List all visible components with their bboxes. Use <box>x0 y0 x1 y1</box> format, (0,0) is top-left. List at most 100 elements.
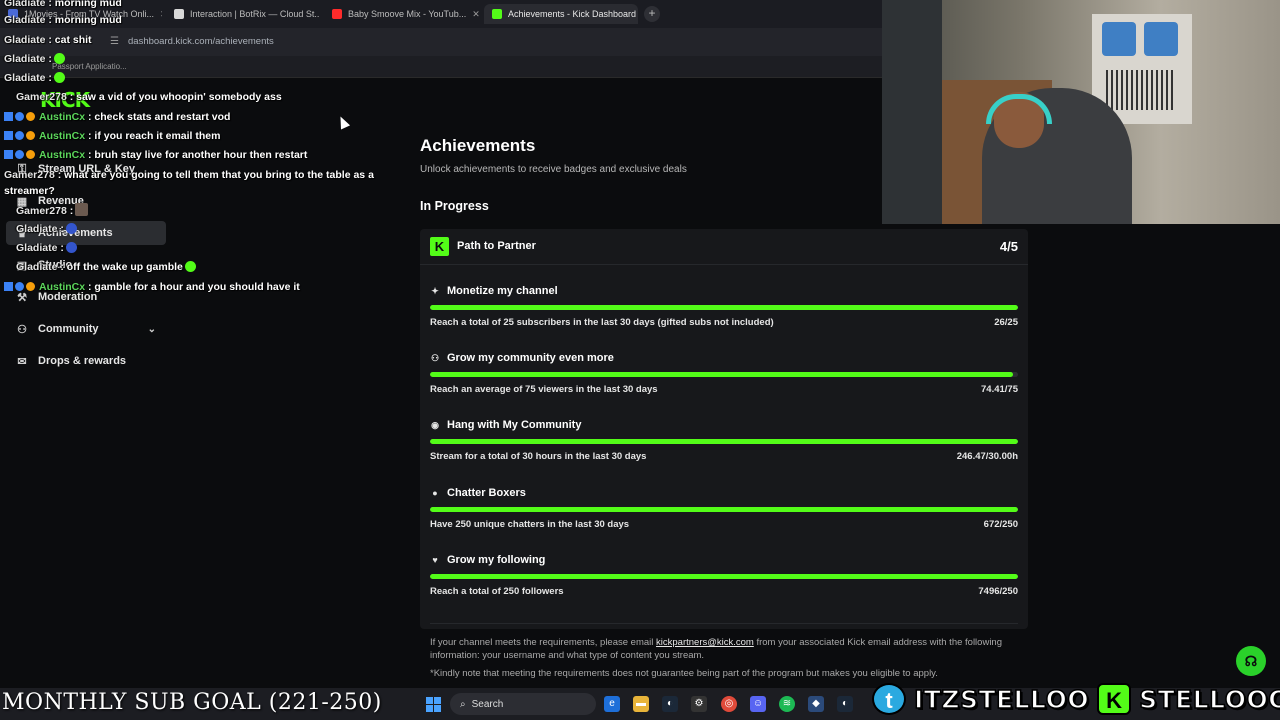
chat-text: : if you reach it email them <box>88 130 221 142</box>
chat-username: Gamer278 <box>4 169 55 181</box>
taskbar-search[interactable]: ⌕ Search <box>450 693 596 715</box>
chat-username: Gladiate <box>4 53 46 65</box>
discord-icon[interactable]: ☺ <box>750 696 766 712</box>
badge-icon <box>15 150 24 159</box>
chat-message: Gladiate : <box>4 53 65 65</box>
emote-icon <box>53 72 65 83</box>
file-explorer-icon[interactable]: ▬ <box>633 696 649 712</box>
chat-message: Gladiate : <box>4 72 65 84</box>
achievement-title: Grow my community even more <box>447 352 614 364</box>
progress-track <box>430 507 1018 512</box>
kick-handle: STELLOOO <box>1138 684 1280 715</box>
settings-icon[interactable]: ⚙ <box>691 696 707 712</box>
gift-icon: ✉ <box>17 355 27 368</box>
broadcast-icon: ◉ <box>431 419 439 430</box>
progress-track <box>430 372 1018 377</box>
achievement-item: ● Chatter Boxers Have 250 unique chatters… <box>430 487 1018 547</box>
note-text: If your channel meets the requirements, … <box>430 637 657 648</box>
badge-icon <box>15 282 24 291</box>
close-icon[interactable]: ✕ <box>472 9 480 20</box>
badge-icon <box>26 282 35 291</box>
progress-fill <box>430 372 1014 377</box>
chat-message: Gladiate : <box>16 223 77 235</box>
chat-text: : <box>60 242 64 254</box>
bookmarks-bar <box>0 56 882 78</box>
tab-favicon-icon <box>174 9 184 19</box>
chat-bubble-icon: ● <box>432 488 438 498</box>
chat-text: : bruh stay live for another hour then r… <box>88 149 308 161</box>
achievement-value: 7496/250 <box>978 586 1018 597</box>
chat-username: Gladiate <box>4 72 46 84</box>
progress-track <box>430 439 1018 444</box>
site-info-icon[interactable]: ☰ <box>110 36 119 47</box>
badge-icon <box>4 112 13 121</box>
community-icon: ⚇ <box>430 352 440 363</box>
chat-message: AustinCx : if you reach it email them <box>4 130 220 142</box>
kick-logo-icon: K <box>1097 683 1132 715</box>
browser-tab-active[interactable]: Achievements - Kick Dashboard ✕ <box>484 4 638 24</box>
browser-tab[interactable]: Baby Smoove Mix - YouTub... ✕ <box>324 4 480 24</box>
browser-tab-bar: 1Movies - From TV Watch Onli... ✕ Intera… <box>0 0 882 28</box>
badge-icon <box>26 150 35 159</box>
badge-icon <box>4 131 13 140</box>
browser-tab[interactable]: Interaction | BotRix — Cloud St... ✕ <box>166 4 320 24</box>
card-header[interactable]: K Path to Partner 4/5 <box>420 229 1028 265</box>
achievement-value: 74.41/75 <box>981 384 1018 395</box>
steam-icon[interactable]: ◐ <box>837 696 853 712</box>
support-chat-button[interactable]: ☊ <box>1236 646 1266 676</box>
sidebar-item-label: Drops & rewards <box>38 355 127 367</box>
progress-track <box>430 574 1018 579</box>
chat-message: AustinCx : bruh stay live for another ho… <box>4 149 307 161</box>
chat-message: AustinCx : check stats and restart vod <box>4 111 230 123</box>
chat-username: Gladiate <box>16 223 58 235</box>
spotify-icon[interactable]: ≋ <box>779 696 795 712</box>
emote-icon <box>65 242 77 253</box>
sub-goal-overlay: MONTHLY SUB GOAL (221-250) <box>2 690 382 715</box>
achievement-title: Grow my following <box>447 554 546 566</box>
edge-icon[interactable]: e <box>604 696 620 712</box>
achievement-item: ♥ Grow my following Reach a total of 250 … <box>430 554 1018 614</box>
url-text[interactable]: dashboard.kick.com/achievements <box>128 36 274 47</box>
chat-username: Gladiate <box>4 14 46 26</box>
tab-label: Baby Smoove Mix - YouTub... <box>348 9 467 19</box>
kick-favicon-icon <box>492 9 502 19</box>
chat-text: : morning mud <box>48 0 122 9</box>
achievement-description: Stream for a total of 30 hours in the la… <box>430 451 647 462</box>
page-subtitle: Unlock achievements to receive badges an… <box>420 164 687 175</box>
app-icon[interactable]: ◆ <box>808 696 824 712</box>
close-icon[interactable]: ✕ <box>160 9 162 20</box>
chrome-icon[interactable]: ◎ <box>721 696 737 712</box>
chat-text: : <box>69 205 74 217</box>
twitter-icon: t <box>872 683 906 715</box>
partner-email-link[interactable]: kickpartners@kick.com <box>656 637 754 648</box>
heart-icon: ♥ <box>432 555 438 565</box>
steam-icon[interactable]: ◐ <box>662 696 678 712</box>
badge-icon <box>15 131 24 140</box>
community-icon: ⚇ <box>17 323 27 336</box>
badge-icon <box>4 282 13 291</box>
partner-instructions: If your channel meets the requirements, … <box>430 636 1010 662</box>
progress-track <box>430 305 1018 310</box>
emote-icon <box>53 53 65 64</box>
chat-text: : saw a vid of you whoopin' somebody ass <box>69 91 282 103</box>
chat-text: : off the wake up gamble <box>60 261 183 273</box>
chat-text: : <box>48 53 52 65</box>
page-title: Achievements <box>420 136 536 155</box>
sidebar-item-community[interactable]: ⚇ Community ⌄ <box>6 317 166 341</box>
chat-text: : check stats and restart vod <box>88 111 231 123</box>
sidebar-item-drops[interactable]: ✉ Drops & rewards <box>6 349 166 373</box>
progress-fill <box>430 305 1018 310</box>
achievement-item: ✦ Monetize my channel Reach a total of 25… <box>430 285 1018 345</box>
chevron-down-icon[interactable]: ⌄ <box>148 324 156 335</box>
chat-username: Gladiate <box>4 34 46 46</box>
progress-fill <box>430 507 1018 512</box>
chat-username: AustinCx <box>39 149 86 161</box>
social-handles-overlay: t ITZSTELLOO K STELLOOO <box>872 680 1280 718</box>
windows-start-icon[interactable] <box>426 697 441 712</box>
achievement-title: Monetize my channel <box>447 285 558 297</box>
new-tab-button[interactable]: + <box>644 6 660 22</box>
chat-username: AustinCx <box>39 111 86 123</box>
webcam-feed <box>882 0 1280 224</box>
chat-text: : <box>48 72 52 84</box>
achievement-title: Hang with My Community <box>447 419 582 431</box>
